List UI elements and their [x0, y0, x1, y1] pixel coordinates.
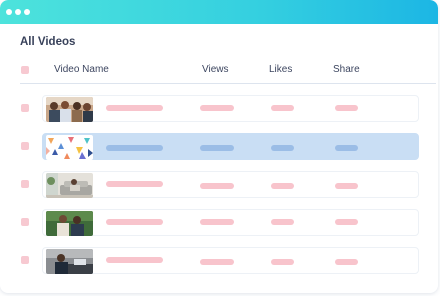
- placeholder-text-bar: [200, 259, 234, 265]
- placeholder-text-bar: [335, 145, 358, 151]
- row-checkbox[interactable]: [21, 180, 29, 188]
- column-header-likes[interactable]: Likes: [269, 64, 292, 75]
- placeholder-text-bar: [271, 105, 294, 111]
- placeholder-text-bar: [200, 145, 234, 151]
- placeholder-text-bar: [335, 183, 358, 189]
- table-row[interactable]: [42, 95, 419, 122]
- placeholder-text-bar: [106, 257, 163, 263]
- window-dot-icon: [15, 9, 21, 15]
- placeholder-text-bar: [106, 145, 163, 151]
- select-all-checkbox[interactable]: [21, 66, 29, 74]
- video-thumbnail[interactable]: [46, 97, 93, 122]
- placeholder-text-bar: [200, 219, 234, 225]
- placeholder-text-bar: [106, 105, 163, 111]
- placeholder-text-bar: [200, 183, 234, 189]
- table-row[interactable]: [42, 247, 419, 274]
- table-row[interactable]: [42, 171, 419, 198]
- column-header-video-name[interactable]: Video Name: [54, 64, 109, 75]
- video-thumbnail[interactable]: [46, 211, 93, 236]
- video-thumbnail[interactable]: [46, 135, 93, 160]
- placeholder-text-bar: [335, 105, 358, 111]
- page-title: All Videos: [20, 36, 76, 48]
- window-dot-icon: [6, 9, 12, 15]
- row-checkbox[interactable]: [21, 142, 29, 150]
- placeholder-text-bar: [106, 181, 163, 187]
- header-divider: [20, 83, 436, 84]
- window-dot-icon: [24, 9, 30, 15]
- column-header-share[interactable]: Share: [333, 64, 360, 75]
- placeholder-text-bar: [271, 259, 294, 265]
- placeholder-text-bar: [335, 259, 358, 265]
- table-row-selected[interactable]: [42, 133, 419, 160]
- placeholder-text-bar: [271, 183, 294, 189]
- column-header-views[interactable]: Views: [202, 64, 229, 75]
- video-thumbnail[interactable]: [46, 173, 93, 198]
- app-window: All Videos Video Name Views Likes Share: [0, 0, 438, 293]
- placeholder-text-bar: [106, 219, 163, 225]
- table-row[interactable]: [42, 209, 419, 236]
- placeholder-text-bar: [271, 145, 294, 151]
- row-checkbox[interactable]: [21, 218, 29, 226]
- placeholder-text-bar: [335, 219, 358, 225]
- placeholder-text-bar: [271, 219, 294, 225]
- row-checkbox[interactable]: [21, 104, 29, 112]
- row-checkbox[interactable]: [21, 256, 29, 264]
- window-titlebar: [0, 0, 438, 24]
- placeholder-text-bar: [200, 105, 234, 111]
- video-thumbnail[interactable]: [46, 249, 93, 274]
